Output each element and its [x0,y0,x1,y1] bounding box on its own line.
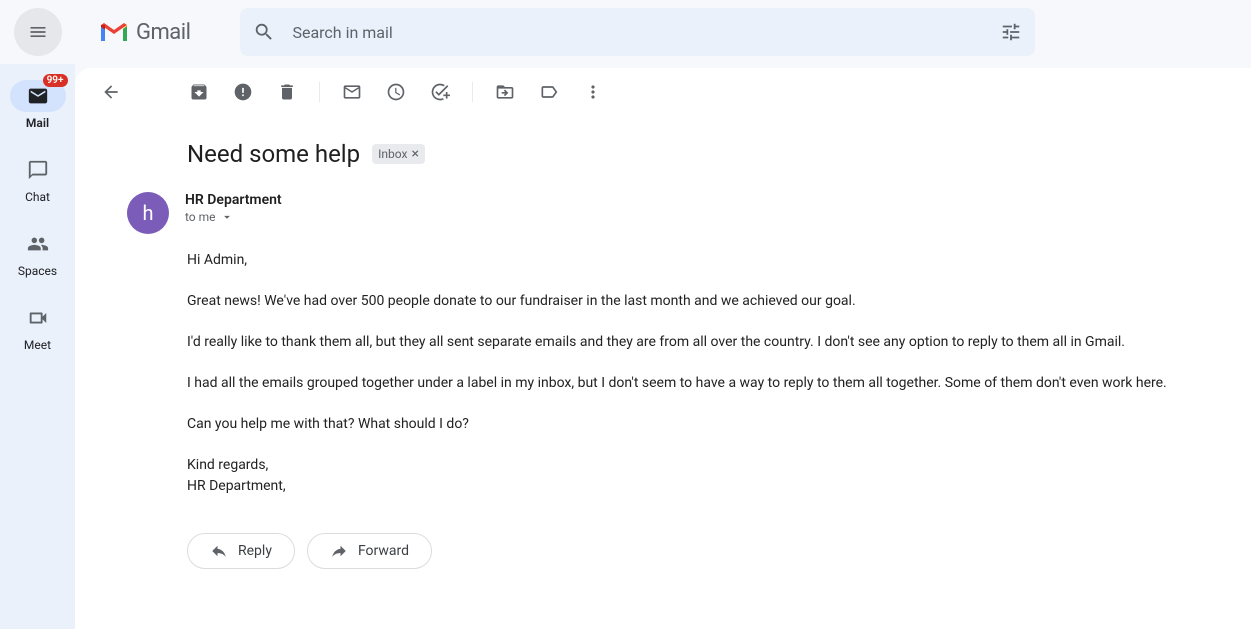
nav-mail-label: Mail [26,116,49,130]
chat-icon [27,159,49,181]
sender-name[interactable]: HR Department [185,192,1199,208]
email-subject: Need some help [187,140,360,168]
recipient-text: to me [185,210,216,224]
mark-unread-icon [342,82,362,102]
avatar-initial: h [142,201,153,225]
toolbar-divider [472,82,473,102]
meet-icon [27,307,49,329]
reply-label: Reply [238,543,272,559]
chevron-down-icon [220,210,234,224]
search-bar[interactable] [240,8,1035,56]
email-p4: Can you help me with that? What should I… [187,414,1199,435]
nav-mail[interactable]: 99+ Mail [0,72,75,138]
label-icon [539,82,559,102]
spam-button[interactable] [223,72,263,112]
archive-icon [189,82,209,102]
top-bar: Gmail [0,0,1251,64]
add-task-button[interactable] [420,72,460,112]
label-chip[interactable]: Inbox × [372,144,425,164]
main-area: 99+ Mail Chat Spaces Meet [0,64,1251,629]
email-p2: I'd really like to thank them all, but t… [187,332,1199,353]
arrow-back-icon [101,82,121,102]
hamburger-icon [28,22,48,42]
more-button[interactable] [573,72,613,112]
snooze-button[interactable] [376,72,416,112]
email-content: Need some help Inbox × h HR Department t… [75,116,1251,593]
mail-icon [27,85,49,107]
labels-button[interactable] [529,72,569,112]
search-input[interactable] [292,23,999,42]
archive-button[interactable] [179,72,219,112]
nav-chat[interactable]: Chat [0,146,75,212]
forward-label: Forward [358,543,409,559]
gmail-text: Gmail [136,20,190,45]
forward-button[interactable]: Forward [307,533,432,569]
action-buttons: Reply Forward [127,533,1199,569]
add-task-icon [430,82,450,102]
forward-icon [330,542,348,560]
search-options-icon[interactable] [999,20,1023,44]
sender-avatar[interactable]: h [127,192,169,234]
snooze-icon [386,82,406,102]
reply-icon [210,542,228,560]
main-menu-button[interactable] [14,8,62,56]
more-vert-icon [583,82,603,102]
nav-meet-label: Meet [24,338,51,352]
nav-spaces-label: Spaces [18,264,57,278]
reply-button[interactable]: Reply [187,533,295,569]
email-greeting: Hi Admin, [187,250,1199,271]
gmail-logo[interactable]: Gmail [98,20,190,45]
email-body: Hi Admin, Great news! We've had over 500… [127,250,1199,497]
search-icon[interactable] [252,20,276,44]
sender-info: HR Department to me [185,192,1199,224]
email-signoff: Kind regards, [187,455,1199,476]
recipient-line[interactable]: to me [185,210,1199,224]
email-p1: Great news! We've had over 500 people do… [187,291,1199,312]
spaces-icon [27,233,49,255]
nav-meet[interactable]: Meet [0,294,75,360]
toolbar-divider [319,82,320,102]
email-signature: HR Department, [187,476,1199,497]
mail-badge: 99+ [43,74,68,87]
left-nav: 99+ Mail Chat Spaces Meet [0,64,75,629]
delete-button[interactable] [267,72,307,112]
move-to-button[interactable] [485,72,525,112]
sender-row: h HR Department to me [127,192,1199,234]
nav-chat-label: Chat [25,190,50,204]
email-header: Need some help Inbox × [127,140,1199,168]
nav-spaces[interactable]: Spaces [0,220,75,286]
back-button[interactable] [91,72,131,112]
label-remove-icon[interactable]: × [411,146,418,162]
move-to-icon [495,82,515,102]
email-p3: I had all the emails grouped together un… [187,373,1199,394]
email-toolbar [75,68,1251,116]
gmail-icon [98,20,130,44]
label-text: Inbox [378,147,407,161]
report-spam-icon [233,82,253,102]
content-area: Need some help Inbox × h HR Department t… [75,68,1251,629]
mark-unread-button[interactable] [332,72,372,112]
delete-icon [277,82,297,102]
